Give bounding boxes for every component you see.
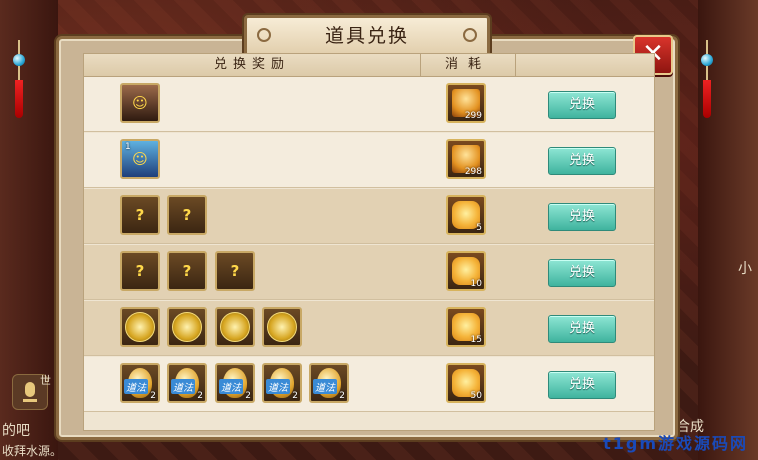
cost-slot[interactable]: 50 <box>446 363 486 403</box>
site-watermark: t1gm游戏源码网 <box>603 434 748 453</box>
reward-level: 1 <box>125 142 131 152</box>
exchange-button[interactable]: 兑换 <box>548 371 616 399</box>
gold-coin-charm-icon <box>220 312 250 342</box>
cost-slot[interactable]: 10 <box>446 251 486 291</box>
side-char-right: 小 <box>738 261 752 277</box>
reward-slot[interactable]: 道法 2 <box>262 363 302 403</box>
table-row: 道法 2 道法 2 道法 2 道法 2 道法 2 50 兑换 <box>84 357 654 412</box>
chat-snippet-2: 收拜水源。 <box>2 444 63 458</box>
chat-snippet-1: 的吧 <box>2 423 30 439</box>
reward-count: 2 <box>245 391 251 401</box>
right-tassel-ornament <box>700 40 714 118</box>
cost-slot[interactable]: 299 <box>446 83 486 123</box>
reward-slot[interactable]: ? <box>215 251 255 291</box>
exchange-table: 兑换奖励 消耗 ☺ 299 兑换 ☺ 1 298 兑换 ? ? 5 兑换 ? ?… <box>83 53 655 431</box>
reward-count: 2 <box>339 391 345 401</box>
side-channel-char: 世 <box>40 374 51 387</box>
hero-portrait-icon: ☺ <box>132 94 148 112</box>
mystery-mount-icon: ? <box>182 262 192 280</box>
exchange-button[interactable]: 兑换 <box>548 91 616 119</box>
reward-slot[interactable]: 道法 2 <box>309 363 349 403</box>
reward-slot[interactable] <box>262 307 302 347</box>
reward-slot[interactable]: 道法 2 <box>167 363 207 403</box>
cost-count: 298 <box>464 167 482 177</box>
reward-slot[interactable]: ☺ <box>120 83 160 123</box>
reward-slot[interactable]: ? <box>167 251 207 291</box>
reward-count: 2 <box>197 391 203 401</box>
cost-count: 10 <box>470 279 482 289</box>
table-row: ? ? 5 兑换 <box>84 189 654 244</box>
reward-slot[interactable] <box>167 307 207 347</box>
mystery-staff-icon: ? <box>135 206 145 224</box>
reward-tag: 道法 <box>219 379 243 394</box>
exchange-button[interactable]: 兑换 <box>548 147 616 175</box>
cost-count: 50 <box>470 391 482 401</box>
table-row: 15 兑换 <box>84 301 654 356</box>
mystery-staff-icon: ? <box>182 206 192 224</box>
reward-slot[interactable] <box>215 307 255 347</box>
reward-slot[interactable]: 道法 2 <box>215 363 255 403</box>
reward-slot[interactable]: 道法 2 <box>120 363 160 403</box>
cost-count: 5 <box>476 223 482 233</box>
gold-coin-charm-icon <box>267 312 297 342</box>
header-reward: 兑换奖励 <box>213 57 290 72</box>
item-exchange-dialog: 道具兑换 ✕ 兑换奖励 消耗 ☺ 299 兑换 ☺ 1 298 <box>56 15 678 440</box>
table-row: ☺ 299 兑换 <box>84 77 654 132</box>
dialog-title: 道具兑换 <box>244 15 490 57</box>
reward-tag: 道法 <box>171 379 195 394</box>
header-cost: 消耗 <box>420 54 516 76</box>
mystery-mount-icon: ? <box>230 262 240 280</box>
table-row: ? ? ? 10 兑换 <box>84 245 654 300</box>
cost-slot[interactable]: 5 <box>446 195 486 235</box>
gold-coin-charm-icon <box>172 312 202 342</box>
reward-count: 2 <box>150 391 156 401</box>
gold-coin-charm-icon <box>125 312 155 342</box>
reward-slot[interactable]: ☺ 1 <box>120 139 160 179</box>
table-header: 兑换奖励 消耗 <box>84 54 654 77</box>
mystery-mount-icon: ? <box>135 262 145 280</box>
reward-tag: 道法 <box>124 379 148 394</box>
reward-count: 2 <box>292 391 298 401</box>
left-tassel-ornament <box>12 40 26 118</box>
table-row: ☺ 1 298 兑换 <box>84 133 654 188</box>
exchange-button[interactable]: 兑换 <box>548 315 616 343</box>
cost-count: 299 <box>464 111 482 121</box>
reward-tag: 道法 <box>313 379 337 394</box>
cost-slot[interactable]: 15 <box>446 307 486 347</box>
exchange-button[interactable]: 兑换 <box>548 259 616 287</box>
cost-slot[interactable]: 298 <box>446 139 486 179</box>
reward-slot[interactable] <box>120 307 160 347</box>
cost-count: 15 <box>470 335 482 345</box>
microphone-icon <box>25 382 35 397</box>
reward-slot[interactable]: ? <box>120 195 160 235</box>
reward-slot[interactable]: ? <box>120 251 160 291</box>
exchange-button[interactable]: 兑换 <box>548 203 616 231</box>
reward-tag: 道法 <box>266 379 290 394</box>
reward-slot[interactable]: ? <box>167 195 207 235</box>
